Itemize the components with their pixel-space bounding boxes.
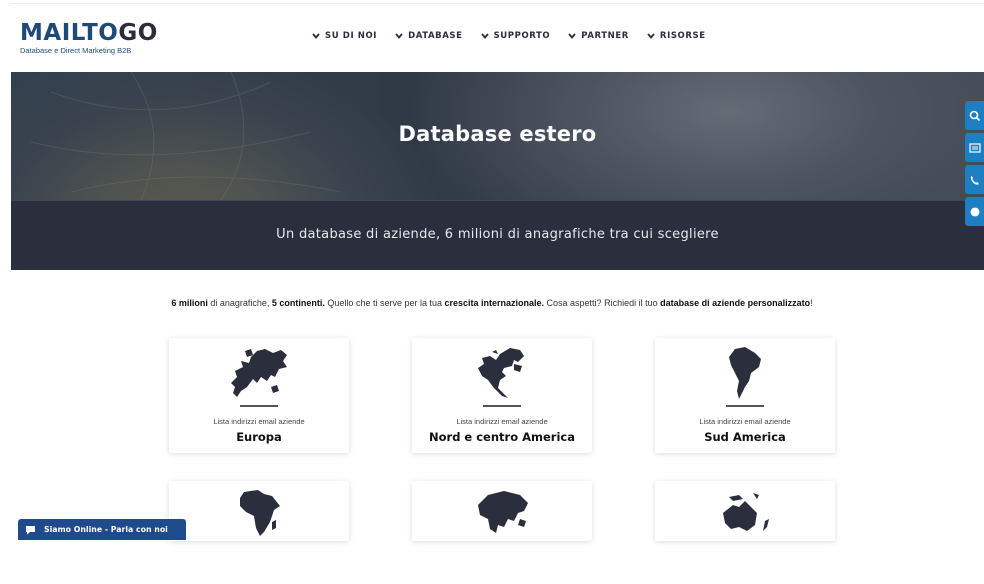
card-title: Sud America: [704, 430, 786, 444]
nav-label: PARTNER: [581, 31, 629, 41]
card-sud-america[interactable]: Lista indirizzi email aziende Sud Americ…: [655, 338, 835, 453]
card-subtitle: Lista indirizzi email aziende: [456, 417, 548, 426]
nav-item-su-di-noi[interactable]: SU DI NOI: [312, 31, 377, 41]
card-oceania[interactable]: [655, 481, 835, 541]
chevron-down-icon: [395, 33, 403, 39]
south-america-map-icon: [729, 347, 761, 399]
card-africa[interactable]: [169, 481, 349, 541]
intro-highlight: crescita internazionale.: [444, 298, 545, 308]
nav-item-database[interactable]: DATABASE: [395, 31, 462, 41]
intro-text-part: Cosa aspetti? Richiedi il tuo: [544, 298, 661, 308]
intro-text-part: di anagrafiche,: [207, 298, 272, 308]
intro-text: 6 milioni di anagrafiche, 5 continenti. …: [0, 298, 984, 308]
phone-icon: [970, 175, 979, 185]
oceania-map-icon: [723, 493, 769, 531]
side-chat-button[interactable]: [965, 197, 984, 226]
logo-main-text: MAILTO: [20, 20, 119, 46]
chat-icon: [970, 207, 980, 216]
intro-text-part: Quello che ti serve per la tua: [324, 298, 445, 308]
hero-subtitle: Un database di aziende, 6 milioni di ana…: [276, 227, 719, 242]
live-chat-button[interactable]: Siamo Online - Parla con noi: [18, 519, 186, 540]
intro-highlight: 6 milioni: [171, 298, 208, 308]
nav-label: SUPPORTO: [493, 31, 551, 41]
hero-subtitle-band: Un database di aziende, 6 milioni di ana…: [11, 200, 984, 270]
search-icon: [969, 110, 981, 121]
site-header: MAILTO GO Database e Direct Marketing B2B…: [0, 0, 984, 72]
card-asia[interactable]: [412, 481, 592, 541]
card-divider: [483, 405, 521, 407]
nav-label: RISORSE: [659, 31, 706, 41]
chevron-down-icon: [568, 33, 576, 39]
page-title: Database estero: [398, 122, 597, 146]
card-title: Nord e centro America: [429, 430, 575, 444]
north-america-map-icon: [478, 348, 524, 398]
card-subtitle: Lista indirizzi email aziende: [699, 417, 791, 426]
nav-label: DATABASE: [408, 31, 463, 41]
chevron-down-icon: [647, 33, 655, 39]
main-nav: SU DI NOI DATABASE SUPPORTO PARTNER RISO…: [312, 31, 706, 41]
card-europa[interactable]: Lista indirizzi email aziende Europa: [169, 338, 349, 453]
card-divider: [726, 405, 764, 407]
side-phone-button[interactable]: [965, 165, 984, 194]
card-nord-centro-america[interactable]: Lista indirizzi email aziende Nord e cen…: [412, 338, 592, 453]
logo-go-text: GO: [118, 20, 158, 46]
logo[interactable]: MAILTO GO Database e Direct Marketing B2B: [20, 21, 158, 55]
live-chat-label: Siamo Online - Parla con noi: [44, 525, 168, 534]
card-title: Europa: [236, 430, 282, 444]
asia-map-icon: [478, 491, 528, 533]
europe-map-icon: [231, 349, 287, 397]
chevron-down-icon: [312, 33, 320, 39]
card-subtitle: Lista indirizzi email aziende: [213, 417, 305, 426]
logo-tagline: Database e Direct Marketing B2B: [20, 46, 132, 55]
intro-highlight: database di aziende personalizzato: [660, 298, 811, 308]
intro-text-part: !: [810, 298, 813, 308]
card-divider: [240, 405, 278, 407]
side-action-bar: [965, 101, 984, 229]
nav-item-supporto[interactable]: SUPPORTO: [480, 31, 551, 41]
nav-label: SU DI NOI: [325, 31, 378, 41]
chat-bubble-icon: [26, 525, 35, 534]
nav-item-partner[interactable]: PARTNER: [568, 31, 629, 41]
intro-highlight: 5 continenti.: [271, 298, 325, 308]
logo-wordmark: MAILTO GO: [20, 21, 158, 45]
chevron-down-icon: [480, 33, 489, 39]
africa-map-icon: [240, 490, 280, 536]
hero-banner: Database estero: [11, 72, 984, 200]
nav-item-risorse[interactable]: RISORSE: [647, 31, 706, 41]
